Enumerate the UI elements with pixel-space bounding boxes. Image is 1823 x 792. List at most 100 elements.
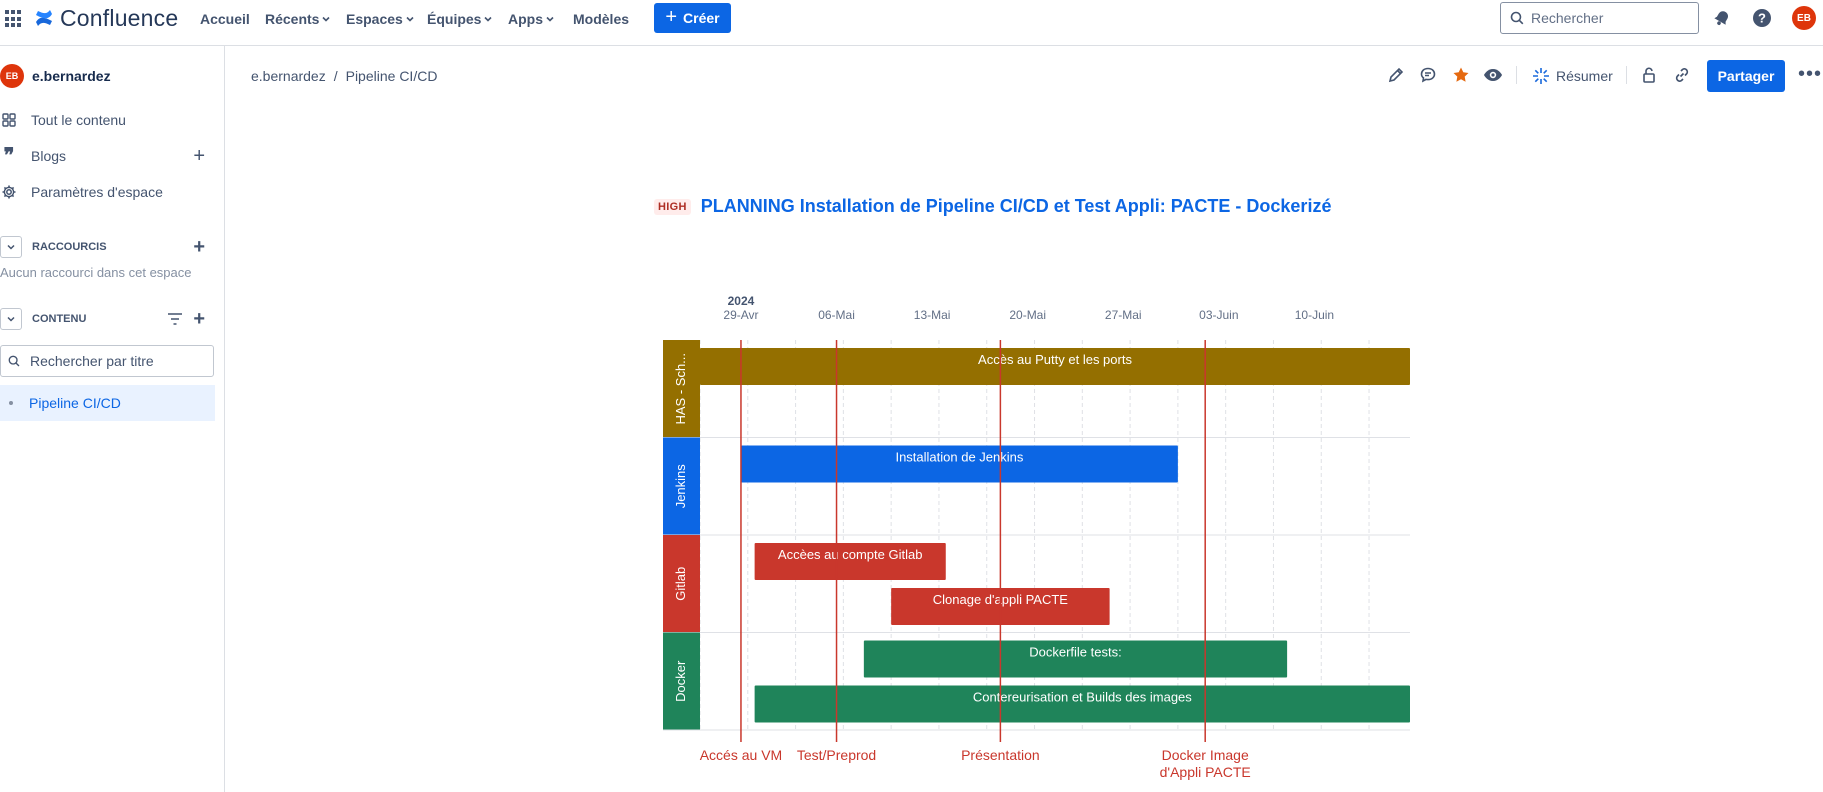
axis-tick-label: 29-Avr xyxy=(723,308,758,322)
gantt-chart-svg: 202429-Avr 06-Mai 13-Mai 20-Mai 27-Mai 03-Jui… xyxy=(663,294,1410,780)
milestone-label: d'Appli PACTE xyxy=(1160,764,1251,780)
nav-recent-label: Récents xyxy=(265,11,320,27)
add-content-icon[interactable]: + xyxy=(193,309,205,329)
content-label: CONTENU xyxy=(32,313,87,325)
nav-teams[interactable]: Équipes xyxy=(427,10,493,28)
chevron-down-icon xyxy=(546,16,554,22)
filter-icon[interactable] xyxy=(167,312,183,329)
gear-icon xyxy=(0,183,18,201)
axis-tick-label: 03-Juin xyxy=(1199,308,1238,322)
gantt-bar-label: Dockerfile tests: xyxy=(1029,645,1121,660)
chevron-down-icon xyxy=(322,16,331,22)
sidebar-item-label: Paramètres d'espace xyxy=(31,184,163,200)
shortcuts-section[interactable]: RACCOURCIS + xyxy=(0,235,215,259)
axis-tick-label: 06-Mai xyxy=(818,308,855,322)
axis-tick-label: 27-Mai xyxy=(1105,308,1142,322)
gantt-bar-label: Contereurisation et Builds des images xyxy=(973,690,1192,705)
gantt-bar-label: Accès au Putty et les ports xyxy=(978,352,1132,367)
page-title-text: PLANNING Installation de Pipeline CI/CD … xyxy=(700,196,1332,216)
star-icon[interactable] xyxy=(1450,64,1472,86)
nav-templates-label: Modèles xyxy=(573,11,630,27)
search-icon xyxy=(8,355,20,367)
nav-spaces-label: Espaces xyxy=(346,11,403,27)
create-button-label: Créer xyxy=(683,10,720,26)
search-placeholder: Rechercher xyxy=(1531,10,1604,26)
more-actions-icon[interactable]: ••• xyxy=(1798,64,1822,84)
sidebar-item-label: Tout le contenu xyxy=(31,112,126,128)
nav-home[interactable]: Accueil xyxy=(200,10,250,28)
sidebar-item-blogs[interactable]: ❞ Blogs + xyxy=(0,143,215,169)
breadcrumb-page[interactable]: Pipeline CI/CD xyxy=(346,68,438,84)
logo-text: Confluence xyxy=(60,4,179,31)
breadcrumb-separator: / xyxy=(333,68,338,84)
bullet-icon xyxy=(9,401,13,405)
share-button[interactable]: Partager xyxy=(1707,60,1785,92)
sidebar-item-label: Blogs xyxy=(31,148,67,164)
space-avatar: EB xyxy=(0,64,24,88)
search-icon xyxy=(1510,11,1524,25)
add-shortcut-icon[interactable]: + xyxy=(193,237,205,257)
summarize-button[interactable]: Résumer xyxy=(1532,65,1613,87)
edit-icon[interactable] xyxy=(1385,64,1407,86)
help-icon[interactable]: ? xyxy=(1751,7,1773,29)
axis-tick-label: 13-Mai xyxy=(914,308,951,322)
nav-apps-label: Apps xyxy=(508,11,543,27)
nav-recent[interactable]: Récents xyxy=(265,10,331,28)
milestone-label: Test/Preprod xyxy=(797,747,876,763)
confluence-logo[interactable]: Confluence xyxy=(34,5,178,31)
tree-item-label: Pipeline CI/CD xyxy=(29,395,121,411)
space-header[interactable]: EB e.bernardez xyxy=(0,64,111,88)
svg-text:?: ? xyxy=(1758,11,1766,26)
ai-sparkle-icon xyxy=(1533,68,1549,84)
shortcuts-label: RACCOURCIS xyxy=(32,241,107,253)
toolbar-divider xyxy=(1516,66,1517,84)
add-blog-icon[interactable]: + xyxy=(193,146,205,166)
restrictions-icon[interactable] xyxy=(1638,64,1660,86)
chevron-down-icon[interactable] xyxy=(0,236,22,258)
confluence-logo-icon xyxy=(36,10,52,26)
tree-item-pipeline[interactable]: Pipeline CI/CD xyxy=(0,385,215,421)
milestone-label: Docker Image xyxy=(1162,747,1249,763)
priority-lozenge: HIGH xyxy=(654,198,691,215)
space-name: e.bernardez xyxy=(32,68,111,84)
filter-placeholder: Rechercher par titre xyxy=(30,353,154,369)
content-section[interactable]: CONTENU + xyxy=(0,307,215,331)
page-title: HIGH PLANNING Installation de Pipeline C… xyxy=(654,196,1331,217)
breadcrumb-space[interactable]: e.bernardez xyxy=(251,68,326,84)
title-filter-input[interactable]: Rechercher par titre xyxy=(0,345,214,377)
lane-label: HAS - Sch... xyxy=(673,353,688,425)
axis-tick-label: 20-Mai xyxy=(1009,308,1046,322)
top-navigation: Confluence Accueil Récents Espaces Équip… xyxy=(0,0,1823,46)
sidebar: EB e.bernardez Tout le contenu ❞ Blogs +… xyxy=(0,46,225,792)
nav-home-label: Accueil xyxy=(200,11,250,27)
summarize-label: Résumer xyxy=(1556,68,1613,84)
axis-tick-label: 10-Juin xyxy=(1295,308,1334,322)
breadcrumb: e.bernardez / Pipeline CI/CD xyxy=(251,68,437,84)
app-switcher-icon[interactable] xyxy=(5,10,23,28)
chevron-down-icon[interactable] xyxy=(0,308,22,330)
comment-icon[interactable] xyxy=(1417,64,1439,86)
nav-apps[interactable]: Apps xyxy=(508,10,554,28)
sidebar-item-space-settings[interactable]: Paramètres d'espace xyxy=(0,179,215,205)
watch-icon[interactable] xyxy=(1482,64,1504,86)
grid-icon xyxy=(0,111,18,129)
gantt-chart: 2024 29-Avr 06-Mai 13-Mai 20-Mai 27-Mai 03-Jui… xyxy=(655,285,1435,790)
milestone-label: Accés au VM xyxy=(700,747,782,763)
axis-year-label: 2024 xyxy=(728,294,755,308)
chevron-down-icon xyxy=(406,16,414,22)
link-icon[interactable] xyxy=(1671,64,1693,86)
milestone-label: Présentation xyxy=(961,747,1040,763)
toolbar-divider xyxy=(1626,66,1627,84)
nav-spaces[interactable]: Espaces xyxy=(346,10,414,28)
search-input[interactable]: Rechercher xyxy=(1500,2,1699,34)
nav-templates[interactable]: Modèles xyxy=(573,10,629,28)
user-avatar[interactable]: EB xyxy=(1792,6,1816,30)
notifications-icon[interactable] xyxy=(1711,7,1733,29)
plus-icon: + xyxy=(665,6,678,28)
lane-label: Jenkins xyxy=(673,464,688,509)
sidebar-item-all-content[interactable]: Tout le contenu xyxy=(0,107,215,133)
lane-label: Docker xyxy=(673,660,688,702)
quote-icon: ❞ xyxy=(3,145,15,167)
create-button[interactable]: + Créer xyxy=(654,3,731,33)
shortcuts-empty-text: Aucun raccourci dans cet espace xyxy=(0,265,192,280)
